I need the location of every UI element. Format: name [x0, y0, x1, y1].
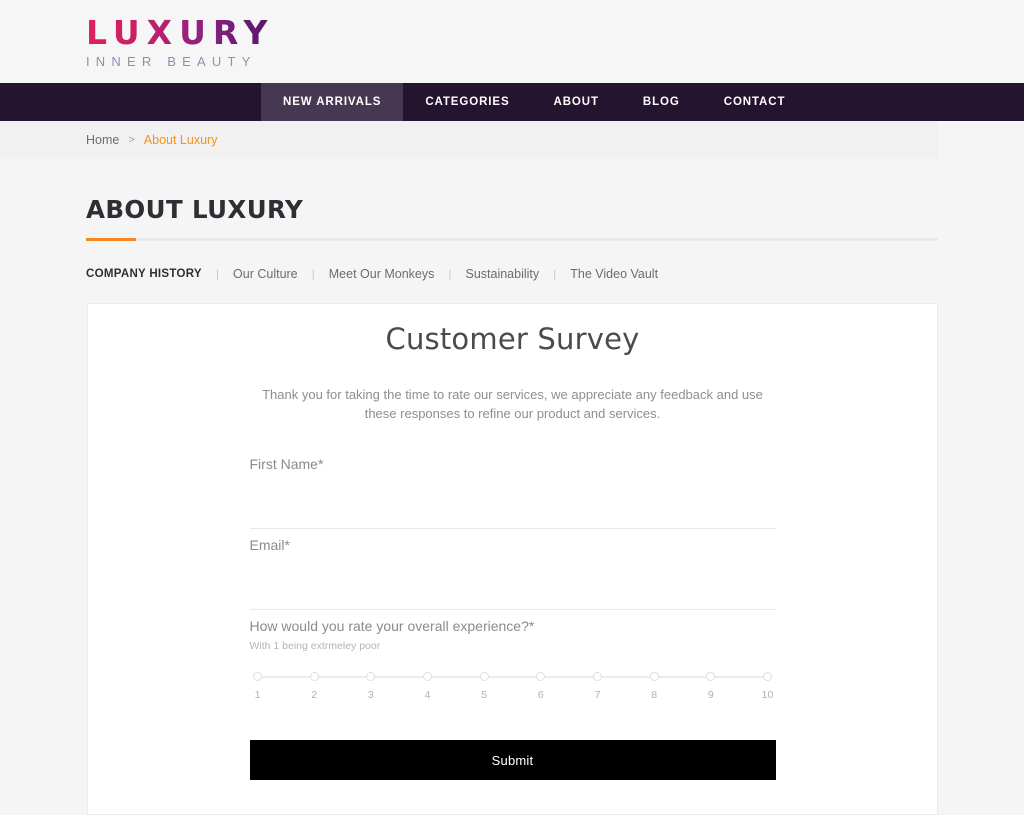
- required-marker: *: [317, 456, 324, 472]
- logo-wordmark: LUXURY: [86, 13, 275, 52]
- survey-title: Customer Survey: [385, 322, 640, 356]
- title-divider-accent: [86, 238, 136, 241]
- page-title-section: ABOUT LUXURY: [0, 159, 1024, 241]
- rating-tick-label-10: 10: [761, 689, 774, 701]
- title-divider: [86, 238, 938, 241]
- logo-tagline: INNER BEAUTY: [86, 54, 257, 69]
- first-name-field-group: First Name*: [249, 448, 776, 529]
- rating-tick-label-8: 8: [651, 689, 658, 701]
- rating-tick-1[interactable]: [253, 672, 262, 681]
- page-title: ABOUT LUXURY: [86, 195, 304, 224]
- rating-tick-label-3: 3: [367, 689, 374, 701]
- subnav-item-meet-our-monkeys[interactable]: Meet Our Monkeys: [329, 267, 435, 281]
- subnav-separator: |: [553, 267, 557, 281]
- subnav-separator: |: [215, 267, 220, 281]
- breadcrumb-current: About Luxury: [143, 133, 218, 147]
- subnav-separator: |: [448, 267, 452, 281]
- nav-item-about[interactable]: ABOUT: [532, 83, 621, 121]
- rating-tick-label-1: 1: [254, 689, 261, 701]
- subnav-item-our-culture[interactable]: Our Culture: [233, 267, 298, 281]
- sub-navigation: COMPANY HISTORY | Our Culture | Meet Our…: [0, 241, 1024, 281]
- first-name-input[interactable]: [249, 501, 776, 529]
- survey-card: Customer Survey Thank you for taking the…: [87, 303, 938, 815]
- nav-item-categories[interactable]: CATEGORIES: [403, 83, 531, 121]
- rating-tick-label-6: 6: [537, 689, 544, 701]
- subnav-item-company-history[interactable]: COMPANY HISTORY: [86, 268, 202, 280]
- required-marker: *: [284, 537, 290, 553]
- required-marker: *: [528, 618, 535, 634]
- rating-hint-text: With 1 being extrmeley poor: [249, 640, 381, 652]
- email-field-group: Email*: [249, 529, 776, 610]
- rating-field-group: How would you rate your overall experien…: [250, 610, 776, 702]
- site-logo[interactable]: LUXURY INNER BEAUTY: [86, 14, 274, 71]
- nav-item-contact[interactable]: CONTACT: [702, 83, 808, 121]
- survey-intro-text: Thank you for taking the time to rate ou…: [262, 387, 763, 421]
- email-label: Email*: [250, 529, 776, 553]
- rating-tick-label-7: 7: [594, 689, 601, 701]
- first-name-label: First Name*: [250, 448, 776, 472]
- rating-tick-label-5: 5: [481, 689, 488, 701]
- rating-tick-label-2: 2: [311, 689, 318, 701]
- site-header: LUXURY INNER BEAUTY: [0, 0, 1024, 83]
- subnav-item-sustainability[interactable]: Sustainability: [465, 267, 539, 281]
- rating-slider[interactable]: 1 2 3 4 5 6 7 8 9 10: [253, 672, 773, 702]
- rating-slider-track[interactable]: [257, 676, 768, 678]
- rating-tick-9[interactable]: [706, 672, 716, 681]
- rating-tick-5[interactable]: [479, 672, 489, 681]
- email-input[interactable]: [249, 582, 776, 610]
- rating-question-label: How would you rate your overall experien…: [250, 618, 776, 634]
- subnav-item-the-video-vault[interactable]: The Video Vault: [570, 267, 658, 281]
- nav-item-blog[interactable]: BLOG: [621, 83, 702, 121]
- rating-tick-7[interactable]: [593, 672, 602, 681]
- rating-tick-label-4: 4: [424, 689, 431, 701]
- subnav-separator: |: [311, 267, 315, 281]
- breadcrumb: Home > About Luxury: [0, 121, 938, 159]
- email-label-text: Email: [249, 537, 285, 553]
- nav-item-new-arrivals[interactable]: NEW ARRIVALS: [261, 83, 404, 121]
- rating-tick-10[interactable]: [763, 672, 772, 681]
- survey-form: First Name* Email* How would you rate yo…: [249, 423, 776, 780]
- first-name-label-text: First Name: [249, 456, 318, 472]
- rating-tick-2[interactable]: [309, 672, 319, 681]
- rating-tick-4[interactable]: [423, 672, 432, 681]
- main-navigation: NEW ARRIVALS CATEGORIES ABOUT BLOG CONTA…: [0, 83, 1024, 121]
- rating-tick-3[interactable]: [366, 672, 376, 681]
- rating-tick-label-9: 9: [707, 689, 714, 701]
- rating-question-text: How would you rate your overall experien…: [249, 618, 529, 634]
- breadcrumb-home[interactable]: Home: [86, 133, 119, 147]
- submit-button[interactable]: Submit: [249, 740, 776, 780]
- breadcrumb-separator-icon: >: [128, 134, 135, 146]
- rating-tick-6[interactable]: [536, 672, 546, 681]
- rating-tick-8[interactable]: [649, 672, 659, 681]
